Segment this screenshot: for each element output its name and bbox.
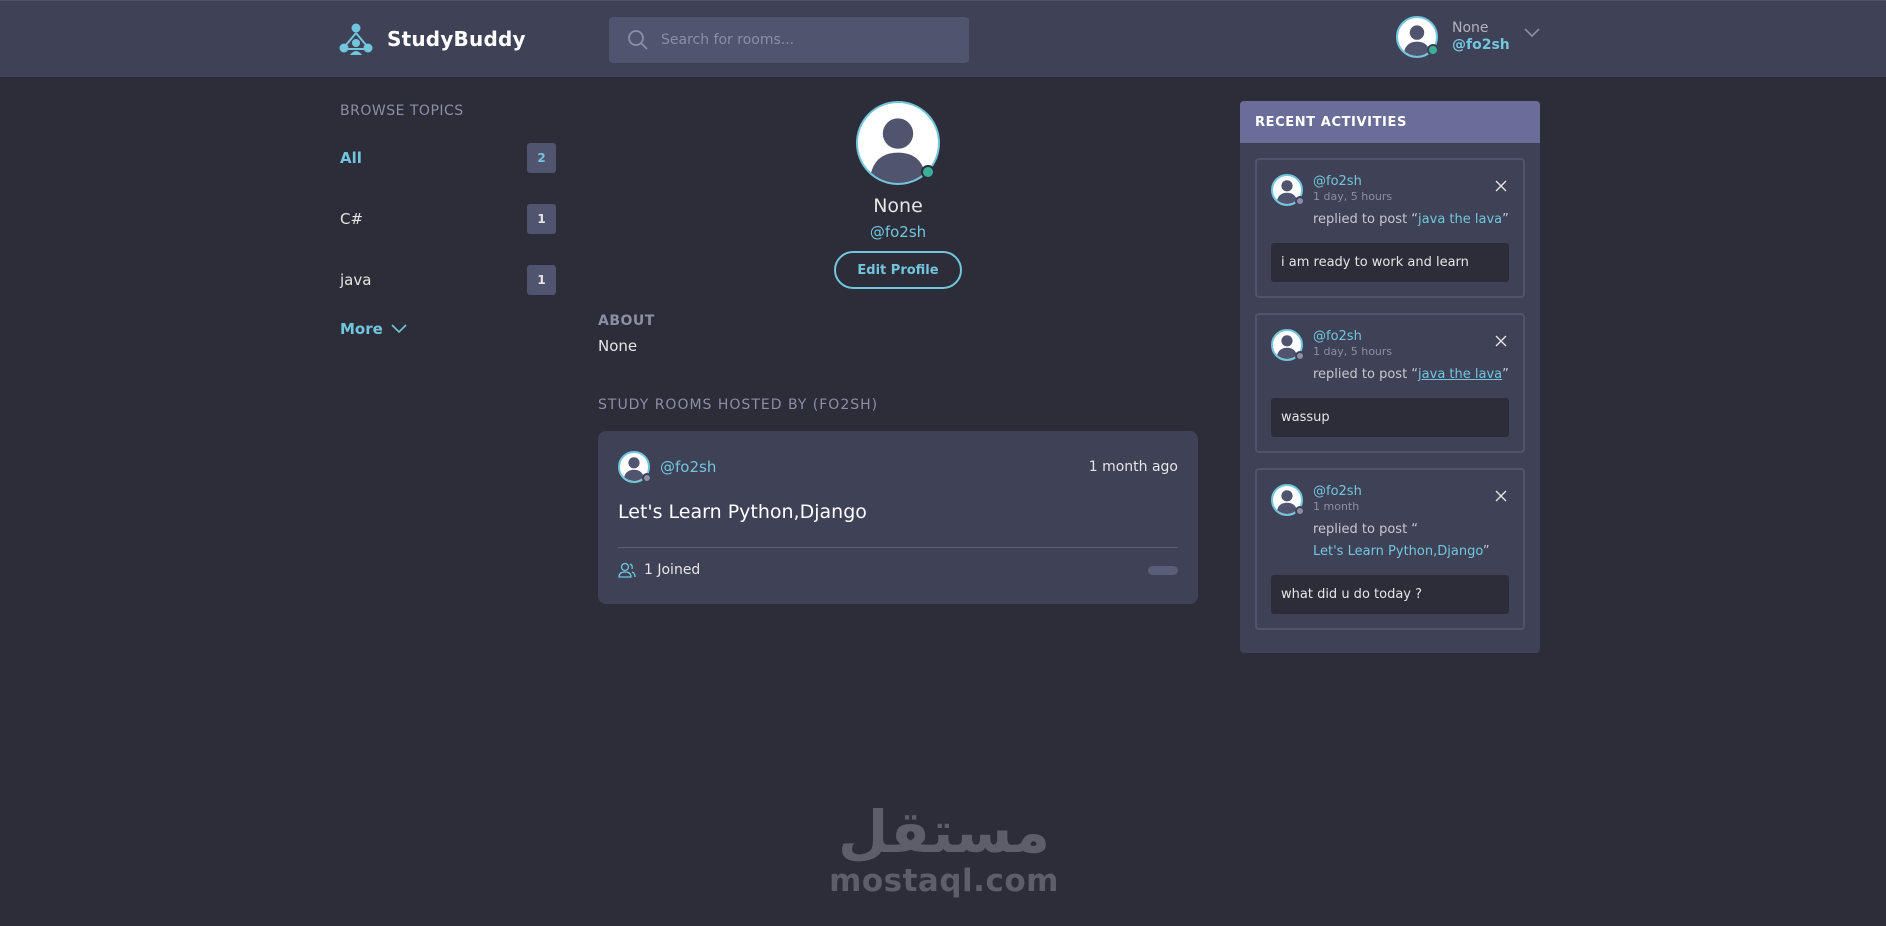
activity-post-link[interactable]: java the lava [1418, 367, 1502, 382]
user-menu[interactable]: None @fo2sh [1396, 16, 1540, 58]
room-card-header: @fo2sh 1 month ago [618, 451, 1178, 483]
close-icon[interactable] [1495, 490, 1507, 502]
online-status-dot [1427, 44, 1439, 56]
activity-item: @fo2sh 1 day, 5 hours replied to post “j… [1255, 313, 1525, 453]
watermark: مستقل mostaql.com [829, 800, 1059, 898]
activity-user[interactable]: @fo2sh [1313, 484, 1490, 499]
room-card[interactable]: @fo2sh 1 month ago Let's Learn Python,Dj… [598, 431, 1198, 604]
chevron-down-icon [391, 324, 407, 334]
activity-avatar[interactable] [1271, 484, 1305, 563]
room-topic-tag[interactable] [1148, 565, 1178, 575]
more-topics-link[interactable]: More [340, 320, 556, 338]
edit-profile-button[interactable]: Edit Profile [834, 251, 962, 289]
activity-time: 1 month [1313, 500, 1360, 513]
activity-user[interactable]: @fo2sh [1313, 329, 1509, 344]
header-user-handle: @fo2sh [1452, 37, 1510, 53]
activity-post-link[interactable]: java the lava [1418, 212, 1502, 227]
about-title: ABOUT [598, 313, 655, 329]
activity-time: 1 day, 5 hours [1313, 190, 1393, 203]
topic-item-all[interactable]: All 2 [340, 143, 556, 173]
room-host[interactable]: @fo2sh [618, 451, 716, 483]
profile-handle: @fo2sh [869, 223, 927, 241]
hosted-rooms-title: STUDY ROOMS HOSTED BY (FO2SH) [598, 397, 879, 413]
topic-label: C# [340, 210, 364, 228]
activity-message: what did u do today ? [1271, 575, 1509, 614]
topic-item-java[interactable]: java 1 [340, 265, 556, 295]
activity-message: wassup [1271, 398, 1509, 437]
close-icon[interactable] [1495, 180, 1507, 192]
online-status-dot [921, 165, 935, 179]
offline-status-dot [642, 473, 652, 483]
activity-time: 1 day, 5 hours [1313, 345, 1393, 358]
about-text: None [598, 337, 638, 355]
activity-avatar[interactable] [1271, 329, 1305, 386]
topic-count-badge: 1 [527, 265, 556, 295]
topic-item-csharp[interactable]: C# 1 [340, 204, 556, 234]
watermark-latin: mostaql.com [829, 863, 1059, 899]
study-group-logo-icon [339, 23, 373, 55]
recent-activities-title: RECENT ACTIVITIES [1240, 101, 1540, 143]
topics-sidebar: BROWSE TOPICS All 2 C# 1 java 1 More [340, 103, 556, 338]
offline-status-dot [1295, 351, 1305, 361]
room-host-handle[interactable]: @fo2sh [660, 458, 716, 476]
joined-count: 1 Joined [644, 562, 701, 578]
room-divider [618, 547, 1178, 548]
search-input[interactable] [661, 32, 951, 48]
activity-message: i am ready to work and learn [1271, 243, 1509, 282]
activity-avatar[interactable] [1271, 174, 1305, 231]
browse-topics-title: BROWSE TOPICS [340, 103, 464, 119]
profile-name: None [873, 195, 923, 217]
more-label: More [340, 320, 383, 338]
activity-action: replied to post “java the lava” [1313, 212, 1509, 227]
room-card-footer: 1 Joined [618, 562, 1178, 578]
top-header: StudyBuddy None @fo2sh [0, 0, 1886, 77]
topic-count-badge: 2 [527, 143, 556, 173]
profile-avatar [856, 101, 940, 185]
activity-item: @fo2sh 1 day, 5 hours replied to post “j… [1255, 158, 1525, 298]
topic-count-badge: 1 [527, 204, 556, 234]
search-bar[interactable] [609, 17, 969, 63]
watermark-arabic: مستقل [837, 798, 1051, 866]
activity-action: replied to post “java the lava” [1313, 367, 1509, 382]
offline-status-dot [1295, 196, 1305, 206]
app-logo[interactable]: StudyBuddy [339, 22, 526, 56]
app-name: StudyBuddy [387, 27, 526, 51]
room-time: 1 month ago [1088, 459, 1178, 475]
room-participants: 1 Joined [618, 562, 700, 578]
profile-main: None @fo2sh Edit Profile ABOUT None STUD… [598, 101, 1198, 604]
header-user-name: None [1452, 20, 1489, 36]
header-avatar[interactable] [1396, 16, 1439, 58]
users-icon [618, 562, 636, 578]
chevron-down-icon[interactable] [1524, 28, 1540, 38]
room-title[interactable]: Let's Learn Python,Django [618, 501, 1178, 523]
close-icon[interactable] [1495, 335, 1507, 347]
recent-activities-panel: RECENT ACTIVITIES @fo2sh 1 day, 5 hours … [1240, 101, 1540, 653]
header-user-info: None @fo2sh [1452, 20, 1510, 54]
activity-item: @fo2sh 1 month replied to post “Let's Le… [1255, 468, 1525, 630]
search-icon [628, 30, 648, 50]
topic-label: java [340, 271, 372, 289]
offline-status-dot [1295, 506, 1305, 516]
activity-user[interactable]: @fo2sh [1313, 174, 1509, 189]
topic-label: All [340, 149, 362, 167]
profile-header: None @fo2sh Edit Profile [598, 101, 1198, 289]
room-host-avatar[interactable] [618, 451, 652, 483]
activity-action: replied to post “Let's Learn Python,Djan… [1313, 522, 1490, 559]
activity-post-link[interactable]: Let's Learn Python,Django [1313, 544, 1483, 559]
